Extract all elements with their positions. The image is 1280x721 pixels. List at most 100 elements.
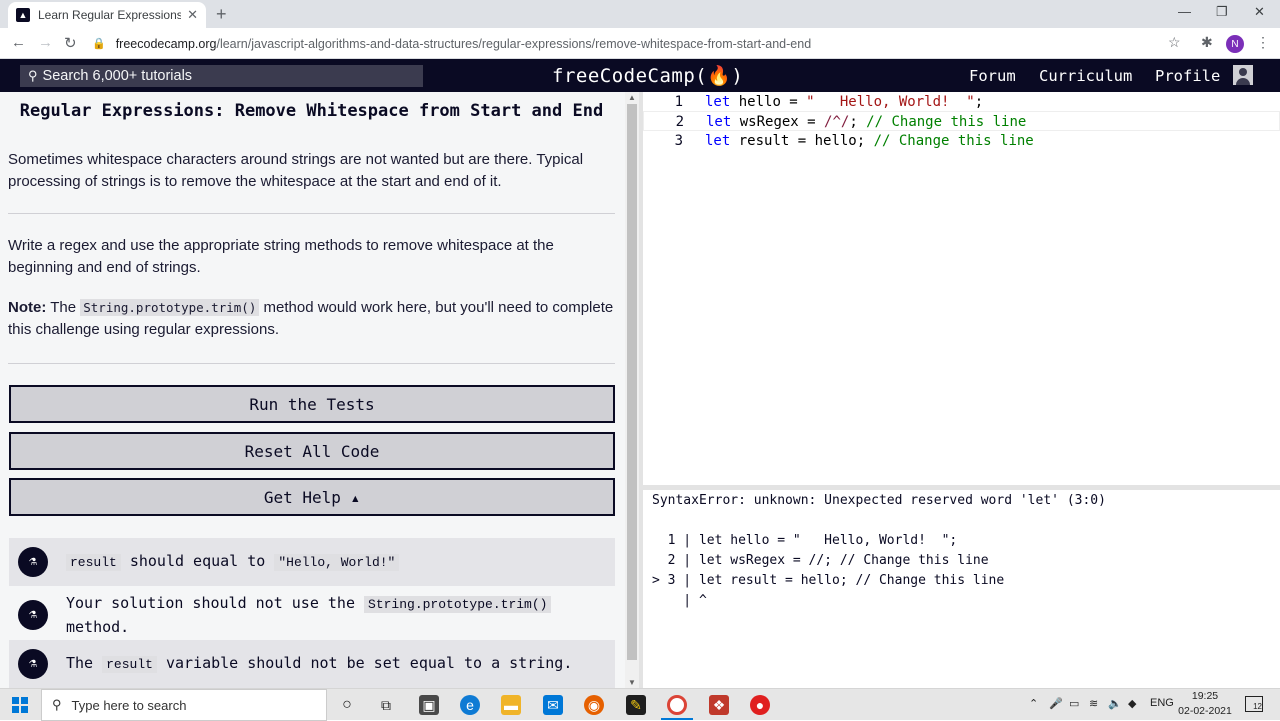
note-code: String.prototype.trim() xyxy=(80,299,260,316)
note-label: Note: xyxy=(8,299,47,316)
line-number: 3 xyxy=(674,133,683,149)
close-window-icon[interactable]: ✕ xyxy=(1254,4,1265,20)
restore-icon[interactable]: ❐ xyxy=(1216,4,1228,20)
file-explorer-icon[interactable]: ▬ xyxy=(501,695,521,715)
editor-line[interactable]: 1 let hello = " Hello, World! "; xyxy=(643,92,1280,112)
url-path: /learn/javascript-algorithms-and-data-st… xyxy=(216,36,812,51)
firefox-icon[interactable]: ◉ xyxy=(584,695,604,715)
tray-expand-icon[interactable]: ⌃ xyxy=(1029,697,1038,710)
search-placeholder: Search 6,000+ tutorials xyxy=(42,68,193,84)
address-bar: ← → ↻ 🔒 freecodecamp.org/learn/javascrip… xyxy=(0,28,1280,59)
console-frame-line: 2 | let wsRegex = //; // Change this lin… xyxy=(652,553,989,568)
tab-title: Learn Regular Expressions: Remo xyxy=(38,8,182,22)
test-item: ⚗ The result variable should not be set … xyxy=(9,640,615,688)
recorder-icon[interactable]: ● xyxy=(750,695,770,715)
back-icon[interactable]: ← xyxy=(11,34,26,51)
challenge-instructions: Write a regex and use the appropriate st… xyxy=(8,237,554,276)
test-item: ⚗ Your solution should not use the Strin… xyxy=(9,591,615,639)
console-frame-line: | ^ xyxy=(652,593,707,608)
windows-taskbar: ⚲ Type here to search ○ ⧉ ▣ e ▬ ✉ ◉ ✎ ❖ … xyxy=(0,688,1280,721)
editor-line[interactable]: 3 let result = hello; // Change this lin… xyxy=(643,131,1280,151)
code-text: result = hello; xyxy=(730,133,874,149)
tutorial-search-input[interactable]: ⚲ Search 6,000+ tutorials xyxy=(20,65,423,87)
keyword: let xyxy=(705,94,731,110)
search-icon: ⚲ xyxy=(52,697,62,712)
close-tab-icon[interactable]: ✕ xyxy=(187,7,198,23)
taskbar-clock[interactable]: 19:25 02-02-2021 xyxy=(1176,689,1234,719)
scroll-up-icon[interactable]: ▲ xyxy=(628,93,636,102)
browser-tab[interactable]: ▲ Learn Regular Expressions: Remo ✕ xyxy=(8,2,206,28)
test-code: result xyxy=(66,554,121,571)
chrome-icon[interactable] xyxy=(667,695,687,715)
notepad-icon[interactable]: ✎ xyxy=(626,695,646,715)
clock-time: 19:25 xyxy=(1191,690,1219,702)
divider xyxy=(8,363,615,364)
reset-code-button[interactable]: Reset All Code xyxy=(9,432,615,470)
editor-line[interactable]: 2 let wsRegex = /^/; // Change this line xyxy=(643,111,1280,131)
keyword: let xyxy=(706,114,732,130)
code-text: ; xyxy=(849,114,867,130)
test-code: result xyxy=(102,656,157,673)
battery-icon[interactable]: ▭ xyxy=(1069,697,1079,710)
reload-icon[interactable]: ↻ xyxy=(64,34,77,52)
code-text: wsRegex = xyxy=(731,114,825,130)
nav-profile-link[interactable]: Profile xyxy=(1155,67,1220,85)
test-text: result should equal to "Hello, World!" xyxy=(66,550,400,574)
volume-icon[interactable]: 🔈 xyxy=(1108,697,1122,710)
scroll-down-icon[interactable]: ▼ xyxy=(628,678,636,687)
app-icon[interactable]: ❖ xyxy=(709,695,729,715)
challenge-panel: Regular Expressions: Remove Whitespace f… xyxy=(0,92,625,688)
nav-forum-link[interactable]: Forum xyxy=(969,67,1016,85)
bookmark-star-icon[interactable]: ☆ xyxy=(1168,34,1181,51)
test-text-part: variable should not be set equal to a st… xyxy=(156,654,573,672)
run-tests-button[interactable]: Run the Tests xyxy=(9,385,615,423)
windows-start-icon[interactable] xyxy=(12,697,28,713)
challenge-title: Regular Expressions: Remove Whitespace f… xyxy=(19,101,604,121)
mail-icon[interactable]: ✉ xyxy=(543,695,563,715)
line-number: 1 xyxy=(674,94,683,110)
store-icon[interactable]: ▣ xyxy=(419,695,439,715)
scrollbar-thumb[interactable] xyxy=(627,104,637,660)
console-frame-line: 1 | let hello = " Hello, World! "; xyxy=(652,533,958,548)
microphone-icon[interactable]: 🎤 xyxy=(1049,697,1063,710)
browser-profile-avatar[interactable]: N xyxy=(1226,35,1244,53)
divider xyxy=(8,213,615,214)
user-avatar[interactable] xyxy=(1233,65,1253,85)
cortana-icon[interactable]: ○ xyxy=(337,695,357,715)
left-panel-scrollbar[interactable]: ▲ ▼ xyxy=(625,92,639,688)
edge-icon[interactable]: e xyxy=(460,695,480,715)
browser-tab-bar: ▲ Learn Regular Expressions: Remo ✕ + — … xyxy=(0,0,1280,28)
test-text: Your solution should not use the String.… xyxy=(66,592,615,638)
console-frame-line: > 3 | let result = hello; // Change this… xyxy=(652,573,1005,588)
minimize-icon[interactable]: — xyxy=(1178,4,1191,19)
get-help-button[interactable]: Get Help ▴ xyxy=(9,478,615,516)
output-console: SyntaxError: unknown: Unexpected reserve… xyxy=(643,490,1280,688)
extensions-icon[interactable]: ✱ xyxy=(1201,34,1213,51)
menu-kebab-icon[interactable]: ⋮ xyxy=(1256,34,1270,51)
url-field[interactable]: 🔒 freecodecamp.org/learn/javascript-algo… xyxy=(92,31,1192,56)
note-pre: The xyxy=(46,299,81,316)
dropbox-icon[interactable]: ◆ xyxy=(1128,697,1136,710)
forward-icon[interactable]: → xyxy=(38,34,53,51)
search-icon: ⚲ xyxy=(28,68,38,83)
nav-curriculum-link[interactable]: Curriculum xyxy=(1039,67,1132,85)
task-view-icon[interactable]: ⧉ xyxy=(376,695,396,715)
wifi-icon[interactable]: ≋ xyxy=(1089,697,1098,710)
test-text: The result variable should not be set eq… xyxy=(66,652,572,676)
notification-center-icon[interactable]: 12 xyxy=(1245,696,1263,712)
notification-count: 12 xyxy=(1253,702,1262,711)
code-editor[interactable]: 1 let hello = " Hello, World! "; 2 let w… xyxy=(643,92,1280,485)
test-text-part: Your solution should not use the xyxy=(66,594,365,612)
language-indicator[interactable]: ENG xyxy=(1150,697,1174,709)
fcc-navbar: ⚲ Search 6,000+ tutorials freeCodeCamp(🔥… xyxy=(0,59,1280,92)
fcc-favicon-icon: ▲ xyxy=(16,8,30,22)
challenge-note: Note: The String.prototype.trim() method… xyxy=(8,297,618,341)
fcc-logo[interactable]: freeCodeCamp(🔥) xyxy=(552,64,743,87)
code-text: hello = xyxy=(730,94,807,110)
new-tab-icon[interactable]: + xyxy=(216,4,227,25)
keyword: let xyxy=(705,133,731,149)
code-comment: // Change this line xyxy=(873,133,1034,149)
challenge-intro: Sometimes whitespace characters around s… xyxy=(8,151,584,190)
taskbar-search-input[interactable]: ⚲ Type here to search xyxy=(41,689,327,721)
beaker-icon: ⚗ xyxy=(18,547,48,577)
